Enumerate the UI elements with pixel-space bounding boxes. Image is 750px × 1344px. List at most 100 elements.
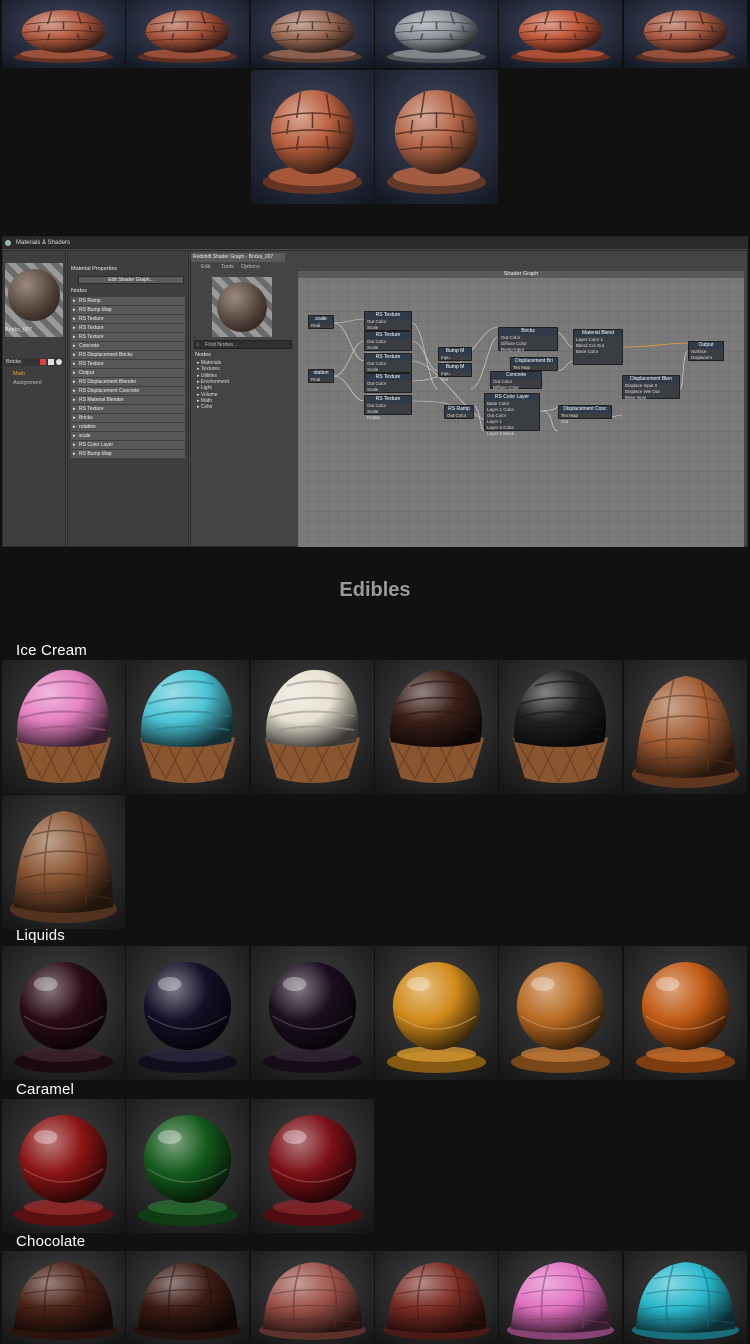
chocolate-material-thumbnail[interactable] xyxy=(374,1251,498,1344)
find-nodes-input[interactable]: ○ Find Nodes... xyxy=(194,340,292,349)
caramel-material-thumbnail[interactable] xyxy=(2,1099,125,1233)
liquid-material-thumbnail[interactable] xyxy=(499,946,623,1080)
brick-material-thumbnail[interactable] xyxy=(499,0,623,68)
node-tree-item[interactable]: ▸ Materials xyxy=(197,360,221,366)
node-list-item[interactable]: RS Material Blender xyxy=(71,396,185,404)
node-list-item[interactable]: scale xyxy=(71,432,185,440)
liquid-material-thumbnail[interactable] xyxy=(374,946,498,1080)
graph-node-port[interactable]: Base Color xyxy=(574,349,622,355)
node-list-item[interactable]: RS Texture xyxy=(71,405,185,413)
brick-material-thumbnail[interactable] xyxy=(374,0,498,68)
graph-node-port[interactable]: Real xyxy=(309,323,333,329)
ice-cream-material-thumbnail[interactable] xyxy=(2,660,125,794)
graph-node-port[interactable]: Rotate xyxy=(365,415,411,421)
edit-shader-graph-button[interactable]: Edit Shader Graph... xyxy=(78,276,184,284)
graph-node-rs-texture[interactable]: RS TextureOut ColorScaleRotate xyxy=(364,311,412,336)
graph-node-output[interactable]: Output Surface Displacem xyxy=(688,341,724,361)
graph-node-port[interactable]: Out xyxy=(439,377,471,383)
material-preview-swatch[interactable] xyxy=(5,263,63,337)
node-list-item[interactable]: RS Ramp xyxy=(71,297,185,305)
ice-cream-material-thumbnail[interactable] xyxy=(623,660,747,794)
graph-node-concrete[interactable]: Concrete Out Color Diffuse Color xyxy=(490,371,542,391)
brick-material-feature[interactable] xyxy=(375,70,498,204)
chocolate-material-thumbnail[interactable] xyxy=(623,1251,747,1344)
node-list-item[interactable]: RS Texture xyxy=(71,315,185,323)
tab-assignment[interactable]: Assignment xyxy=(13,380,42,386)
node-list-item[interactable]: RS Texture xyxy=(71,333,185,341)
graph-node-port[interactable]: Layer 2 Mask xyxy=(485,431,539,437)
node-list-item[interactable]: rotation xyxy=(71,423,185,431)
ice-cream-material-thumbnail[interactable] xyxy=(499,660,623,794)
graph-node-rs-ramp[interactable]: RS Ramp Out Color xyxy=(444,405,474,419)
chocolate-material-thumbnail[interactable] xyxy=(126,1251,250,1344)
graph-node-rs-color-layer[interactable]: RS Color Layer Base Color Layer 1 Color Out… xyxy=(484,393,540,436)
brick-material-thumbnail[interactable] xyxy=(2,0,125,68)
ice-cream-material-thumbnail[interactable] xyxy=(250,660,374,794)
liquid-material-thumbnail[interactable] xyxy=(623,946,747,1080)
node-list-item[interactable]: RS Displacement Bricks xyxy=(71,351,185,359)
ice-cream-material-thumbnail[interactable] xyxy=(126,660,250,794)
graph-node-port[interactable]: Out Color xyxy=(445,413,473,419)
node-list-item[interactable]: RS Displacement Concrete xyxy=(71,387,185,395)
graph-node-port[interactable]: Diffuse Color xyxy=(491,385,541,391)
graph-node-bricks[interactable]: Bricks Out Color Diffuse Color Bump Input xyxy=(498,327,558,353)
graph-tab[interactable]: Redshift Shader Graph - Bricks_007 xyxy=(191,253,285,262)
graph-node-scale[interactable]: scale Real xyxy=(308,315,334,329)
layer-settings-icon[interactable] xyxy=(56,359,62,365)
liquid-material-thumbnail[interactable] xyxy=(126,946,250,1080)
graph-node-rs-texture[interactable]: RS TextureOut ColorScaleRotate xyxy=(364,395,412,420)
graph-node-port[interactable]: Base Input xyxy=(623,395,679,401)
graph-node-rs-texture[interactable]: RS TextureOut ColorScaleRotate xyxy=(364,353,412,378)
node-list-item[interactable]: RS Color Layer xyxy=(71,441,185,449)
graph-node-displacement-blender[interactable]: Displacement Blen Displace Input 0 Displac… xyxy=(622,375,680,401)
chocolate-material-thumbnail[interactable] xyxy=(499,1251,623,1344)
graph-menu-item[interactable]: Options xyxy=(241,264,260,270)
node-tree-item[interactable]: ▸ Math xyxy=(197,398,212,404)
node-list-item[interactable]: RS Bump Map xyxy=(71,306,185,314)
graph-node-port[interactable]: Out xyxy=(559,419,611,425)
node-tree-item[interactable]: ▸ Utilities xyxy=(197,373,217,379)
brick-material-feature[interactable] xyxy=(251,70,374,204)
node-tree-item[interactable]: ▸ Textures xyxy=(197,366,220,372)
graph-node-material-blender[interactable]: Material Blend Layer Color 1 Blend Col Out… xyxy=(573,329,623,365)
brick-material-thumbnail[interactable] xyxy=(126,0,250,68)
node-list-item[interactable]: RS Texture xyxy=(71,360,185,368)
graph-node-port[interactable]: Real xyxy=(309,377,333,383)
node-list-item[interactable]: RS Bump Map xyxy=(71,450,185,458)
graph-node-bump-map[interactable]: Bump MInpuOut xyxy=(438,347,472,366)
graph-node-displacement-concrete[interactable]: Displacement Conc Tex Map Out xyxy=(558,405,612,424)
node-tree-item[interactable]: ▸ Volume xyxy=(197,392,218,398)
node-list-item[interactable]: RS Displacement Blender xyxy=(71,378,185,386)
graph-node-displacement-bricks[interactable]: Displacement BriTex MapOut xyxy=(510,357,558,376)
liquid-material-thumbnail[interactable] xyxy=(2,946,125,1080)
node-tree-item[interactable]: ▸ Color xyxy=(197,404,213,410)
node-list-item[interactable]: RS Texture xyxy=(71,324,185,332)
shader-graph-canvas[interactable]: Shader Graph scale Real otation Real RS … xyxy=(298,271,744,547)
ice-cream-material-thumbnail[interactable] xyxy=(374,660,498,794)
caramel-material-thumbnail[interactable] xyxy=(126,1099,250,1233)
node-list-item[interactable]: Output xyxy=(71,369,185,377)
graph-menu-item[interactable]: Tools xyxy=(221,264,234,270)
layer-bar[interactable]: Bricks xyxy=(4,358,64,366)
tab-main[interactable]: Main xyxy=(13,371,25,377)
node-list-item[interactable]: Bricks xyxy=(71,414,185,422)
graph-node-rs-texture[interactable]: RS TextureOut ColorScaleRotate xyxy=(364,373,412,398)
node-tree-item[interactable]: ▸ Light xyxy=(197,385,212,391)
graph-menu-item[interactable]: Edit xyxy=(201,264,210,270)
graph-node-rs-texture[interactable]: RS TextureOut ColorScaleRotate xyxy=(364,331,412,356)
brick-material-thumbnail[interactable] xyxy=(623,0,747,68)
graph-node-port[interactable]: Displacem xyxy=(689,355,723,361)
ice-cream-material-thumbnail[interactable] xyxy=(2,795,125,929)
brick-material-thumbnail[interactable] xyxy=(250,0,374,68)
chocolate-material-thumbnail[interactable] xyxy=(250,1251,374,1344)
graph-node-rotation[interactable]: otation Real xyxy=(308,369,334,383)
graph-node-bump-map[interactable]: Bump MInpuOut xyxy=(438,363,472,382)
graph-node-port[interactable]: Bump Input xyxy=(499,347,557,353)
node-list-item[interactable]: Concrete xyxy=(71,342,185,350)
chocolate-material-thumbnail[interactable] xyxy=(2,1251,125,1344)
liquid-material-thumbnail[interactable] xyxy=(250,946,374,1080)
layer-toggle-icon[interactable] xyxy=(48,359,54,365)
caramel-material-thumbnail[interactable] xyxy=(250,1099,374,1233)
layer-color-icon[interactable] xyxy=(40,359,46,365)
node-tree-item[interactable]: ▸ Environment xyxy=(197,379,229,385)
